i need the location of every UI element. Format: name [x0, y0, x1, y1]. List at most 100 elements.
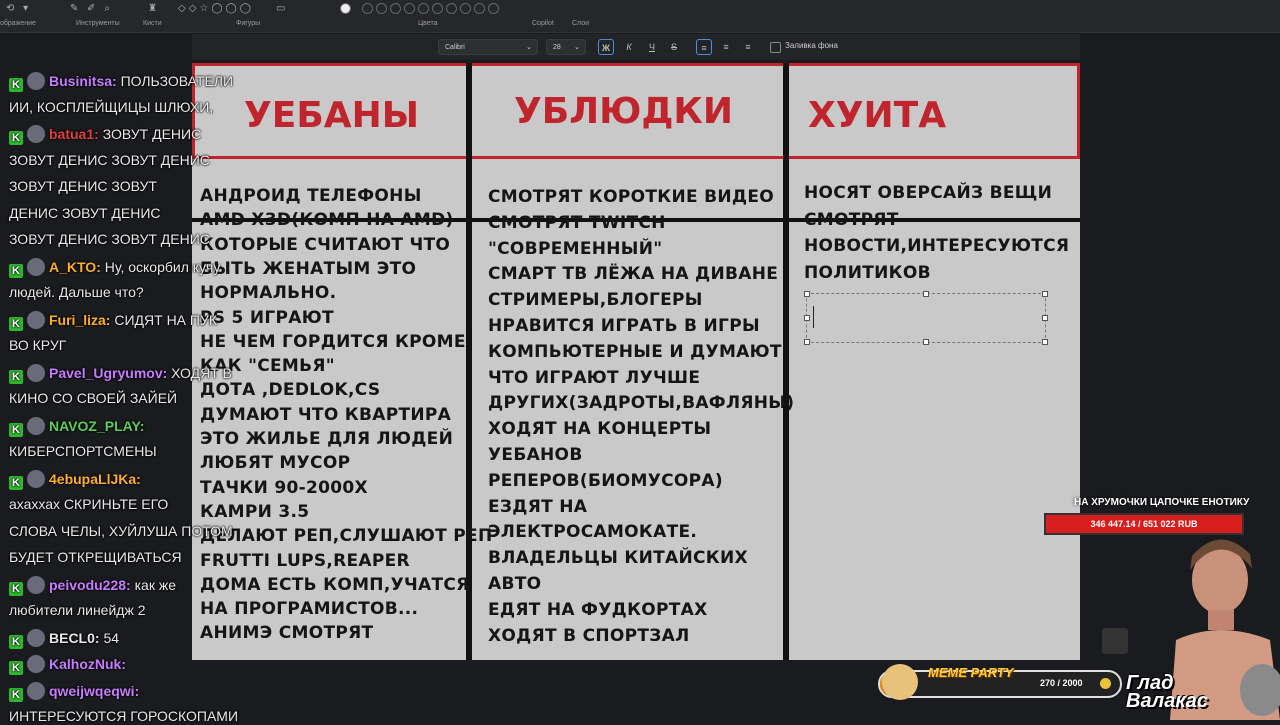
table-cell-line[interactable]: ВЛАДЕЛЬЦЫ КИТАЙСКИХ: [488, 548, 748, 568]
fill-background-checkbox[interactable]: [770, 42, 781, 53]
column-header-ublyudki[interactable]: УБЛЮДКИ: [514, 91, 733, 132]
resize-handle[interactable]: [923, 339, 929, 345]
table-cell-line[interactable]: КОМПЬЮТЕРНЫЕ И ДУМАЮТ: [488, 342, 782, 362]
mod-badge-icon: K: [9, 316, 23, 331]
table-cell-line[interactable]: СМОТРЯТ КОРОТКИЕ ВИДЕО: [488, 187, 774, 207]
resize-handle[interactable]: [1042, 291, 1048, 297]
chat-username[interactable]: A_KTO:: [49, 259, 105, 275]
chat-text: СИДЯТ НА ПУК: [114, 311, 218, 328]
avatar: [27, 416, 45, 435]
donation-goal-value: 346 447.14 / 651 022 RUB: [1090, 519, 1198, 529]
chat-message: K A_KTO: Ну, оскорбил кучу: [9, 257, 220, 278]
table-cell-line[interactable]: НОСЯТ ОВЕРСАЙЗ ВЕЩИ: [804, 183, 1052, 203]
color-swatch[interactable]: [446, 3, 457, 14]
table-cell-line[interactable]: СМОТРЯТ: [804, 210, 899, 230]
canvas-table[interactable]: УЕБАНЫ УБЛЮДКИ ХУИТА АНДРОИД ТЕЛЕФОНЫ AMD…: [192, 63, 1080, 660]
color-swatch[interactable]: [390, 3, 401, 14]
avatar: [27, 310, 45, 329]
chat-username[interactable]: peivodu228:: [49, 577, 135, 593]
chat-username[interactable]: NAVOZ_PLAY:: [49, 418, 144, 434]
table-cell-line[interactable]: РЕПЕРОВ(БИОМУСОРА): [488, 471, 723, 491]
coin-icon: [1100, 678, 1111, 689]
strikethrough-button[interactable]: S: [666, 39, 682, 55]
meme-party-label: MEME PARTY: [928, 665, 1014, 680]
resize-handle[interactable]: [804, 315, 810, 321]
avatar: [27, 681, 45, 700]
resize-handle[interactable]: [804, 291, 810, 297]
table-cell-line[interactable]: НРАВИТСЯ ИГРАТЬ В ИГРЫ: [488, 316, 760, 336]
resize-handle[interactable]: [804, 339, 810, 345]
table-cell-line[interactable]: ЧТО ИГРАЮТ ЛУЧШЕ: [488, 368, 700, 388]
column-divider: [466, 63, 472, 660]
chat-username[interactable]: batua1:: [49, 126, 103, 142]
chat-text: БУДЕТ ОТКРЕЩИВАТЬСЯ: [9, 549, 182, 565]
drawing-tools-icons[interactable]: ✎ ✐ ⌕: [70, 3, 113, 14]
text-format-toolbar: Calibri ⌄ 28 ⌄ Ж К Ч S ≡ ≡ ≡ Заливка фона: [192, 34, 1080, 60]
avatar: [1102, 628, 1128, 654]
color-swatch[interactable]: [418, 3, 429, 14]
column-header-huita[interactable]: ХУИТА: [808, 95, 946, 136]
avatar: [27, 257, 45, 276]
table-cell-line[interactable]: ХОДЯТ НА КОНЦЕРТЫ: [488, 419, 711, 439]
chat-username[interactable]: Businitsa:: [49, 73, 121, 89]
chat-username[interactable]: Furi_liza:: [49, 312, 114, 328]
mod-badge-icon: K: [9, 422, 23, 437]
font-family-select[interactable]: Calibri ⌄: [438, 39, 538, 55]
avatar: [27, 628, 45, 647]
table-cell-line[interactable]: ХОДЯТ В СПОРТЗАЛ: [488, 626, 690, 646]
color-swatch[interactable]: [362, 3, 373, 14]
color-swatch[interactable]: [404, 3, 415, 14]
align-center-icon[interactable]: ≡: [718, 39, 734, 55]
column-header-uebany[interactable]: УЕБАНЫ: [244, 95, 419, 136]
table-cell-line[interactable]: АВТО: [488, 574, 541, 594]
table-cell-line[interactable]: ЭЛЕКТРОСАМОКАТЕ.: [488, 522, 697, 542]
chat-message-cont: ИНТЕРЕСУЮТСЯ ГОРОСКОПАМИ: [9, 708, 238, 724]
chat-username[interactable]: qweijwqeqwi:: [49, 683, 139, 699]
table-cell-line[interactable]: ПОЛИТИКОВ: [804, 263, 931, 283]
bold-button[interactable]: Ж: [598, 39, 614, 55]
color-swatch[interactable]: [432, 3, 443, 14]
chat-text: ЗОВУТ ДЕНИС ЗОВУТ ДЕНИС: [9, 151, 210, 168]
doge-icon: [882, 664, 918, 700]
color-swatch[interactable]: [488, 3, 499, 14]
underline-button[interactable]: Ч: [644, 39, 660, 55]
color-swatch[interactable]: [460, 3, 471, 14]
chat-username[interactable]: KalhozNuk:: [49, 656, 126, 672]
align-left-icon[interactable]: ≡: [696, 39, 712, 55]
font-size-select[interactable]: 28 ⌄: [546, 39, 586, 55]
meme-party-count: 270 / 2000: [1040, 678, 1083, 688]
chat-text: 54: [103, 629, 120, 646]
table-cell-line[interactable]: СМОТРЯТ TWITCH: [488, 213, 666, 233]
color-swatch-primary[interactable]: [340, 3, 351, 14]
chat-username[interactable]: Pavel_Ugryumov:: [49, 365, 171, 381]
stream-chat: K Businitsa: ПОЛЬЗОВАТЕЛИ ИИ, КОСПЛЕЙЩИЦЫ …: [0, 66, 250, 724]
resize-handle[interactable]: [923, 291, 929, 297]
chat-text: ИИ, КОСПЛЕЙЩИЦЫ ШЛЮХИ,: [9, 98, 214, 115]
brush-icon[interactable]: ♜: [148, 3, 160, 14]
color-swatch[interactable]: [376, 3, 387, 14]
brand-line2: Валакас: [1126, 690, 1209, 712]
table-cell-line[interactable]: УЕБАНОВ: [488, 445, 583, 465]
table-cell-line[interactable]: "СОВРЕМЕННЫЙ": [488, 239, 662, 259]
image-tools-icons[interactable]: ⟲ ▾: [6, 3, 31, 14]
text-box-selection[interactable]: [804, 291, 1048, 345]
italic-button[interactable]: К: [621, 39, 637, 55]
chat-username[interactable]: 4ebupaLlJKa:: [49, 471, 141, 487]
resize-handle[interactable]: [1042, 339, 1048, 345]
shape-outline-icon[interactable]: ▭: [276, 3, 288, 14]
table-cell-line[interactable]: СМАРТ ТВ ЛЁЖА НА ДИВАНЕ: [488, 264, 778, 284]
color-swatch[interactable]: [474, 3, 485, 14]
ribbon-group-tools: Инструменты: [76, 20, 120, 27]
resize-handle[interactable]: [1042, 315, 1048, 321]
table-cell-line[interactable]: ЕЗДЯТ НА: [488, 497, 587, 517]
table-cell-line[interactable]: СТРИМЕРЫ,БЛОГЕРЫ: [488, 290, 703, 310]
table-cell-line[interactable]: ЕДЯТ НА ФУДКОРТАХ: [488, 600, 708, 620]
shapes-icons[interactable]: ◇◇☆◯◯◯: [178, 3, 254, 14]
table-cell-line[interactable]: ДРУГИХ(ЗАДРОТЫ,ВАФЛЯНЫ): [488, 393, 794, 413]
chat-username[interactable]: BECL0:: [49, 630, 103, 646]
mod-badge-icon: K: [9, 634, 23, 649]
fill-background-label: Заливка фона: [785, 41, 838, 50]
align-right-icon[interactable]: ≡: [740, 39, 756, 55]
chat-message-cont: ЗОВУТ ДЕНИС ЗОВУТ: [9, 178, 157, 194]
table-cell-line[interactable]: НОВОСТИ,ИНТЕРЕСУЮТСЯ: [804, 236, 1069, 256]
